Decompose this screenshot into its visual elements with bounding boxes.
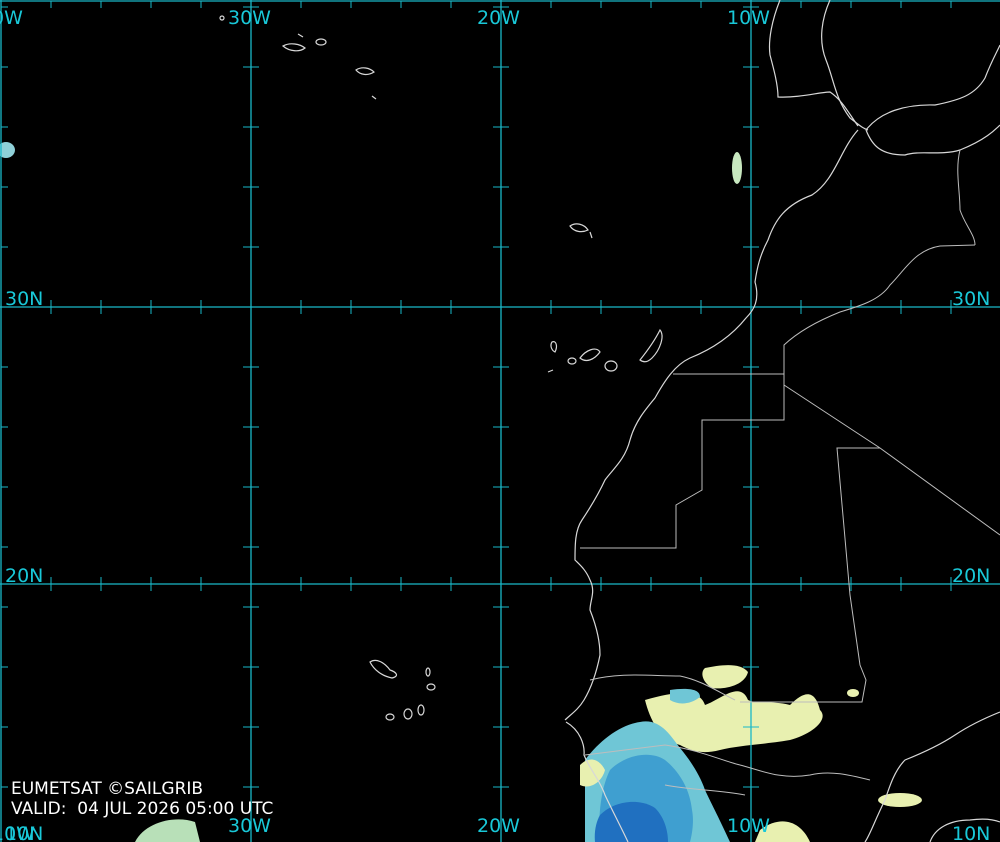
lat-label-left-10n: 10N	[5, 823, 43, 842]
lat-label-right-30n: 30N	[952, 288, 990, 310]
lon-label-bottom-20w: 20W	[477, 815, 520, 837]
lon-label-bottom-10w: 10W	[727, 815, 770, 837]
lat-label-right-20n: 20N	[952, 565, 990, 587]
lon-label-top-30w: 30W	[228, 7, 271, 29]
credit-text: EUMETSAT ©SAILGRIB	[11, 779, 204, 799]
lat-label-right-10n: 10N	[952, 823, 990, 842]
lat-label-left-20n: 20N	[5, 565, 43, 587]
satellite-map: 0W 30W 20W 10W 10W 30W 20W 10W 30N 20N 1…	[0, 0, 1000, 842]
lon-label-top-10w: 10W	[727, 7, 770, 29]
lon-label-top-0: 0W	[0, 7, 23, 29]
lon-label-top-20w: 20W	[477, 7, 520, 29]
lat-label-left-30n: 30N	[5, 288, 43, 310]
valid-time-text: VALID: 04 JUL 2026 05:00 UTC	[11, 799, 274, 819]
